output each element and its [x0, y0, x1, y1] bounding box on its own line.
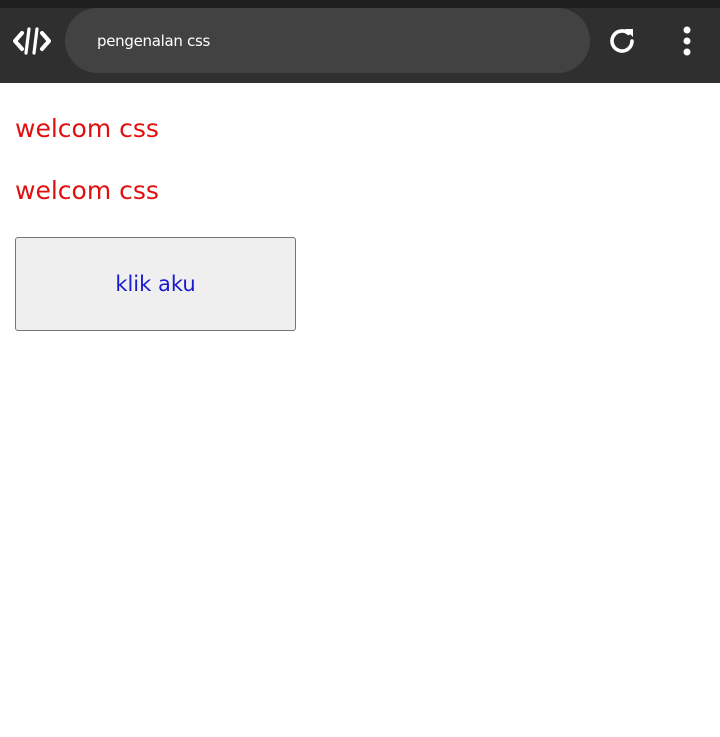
- browser-toolbar: pengenalan css: [0, 0, 720, 83]
- page-title: pengenalan css: [97, 31, 211, 50]
- click-me-button[interactable]: klik aku: [15, 237, 296, 331]
- welcome-heading: welcom css: [15, 176, 159, 205]
- reload-icon[interactable]: [606, 25, 638, 57]
- welcome-heading: welcom css: [15, 114, 159, 143]
- more-vertical-icon[interactable]: [676, 23, 698, 59]
- code-logo-icon[interactable]: [13, 26, 51, 56]
- address-bar[interactable]: pengenalan css: [65, 8, 590, 73]
